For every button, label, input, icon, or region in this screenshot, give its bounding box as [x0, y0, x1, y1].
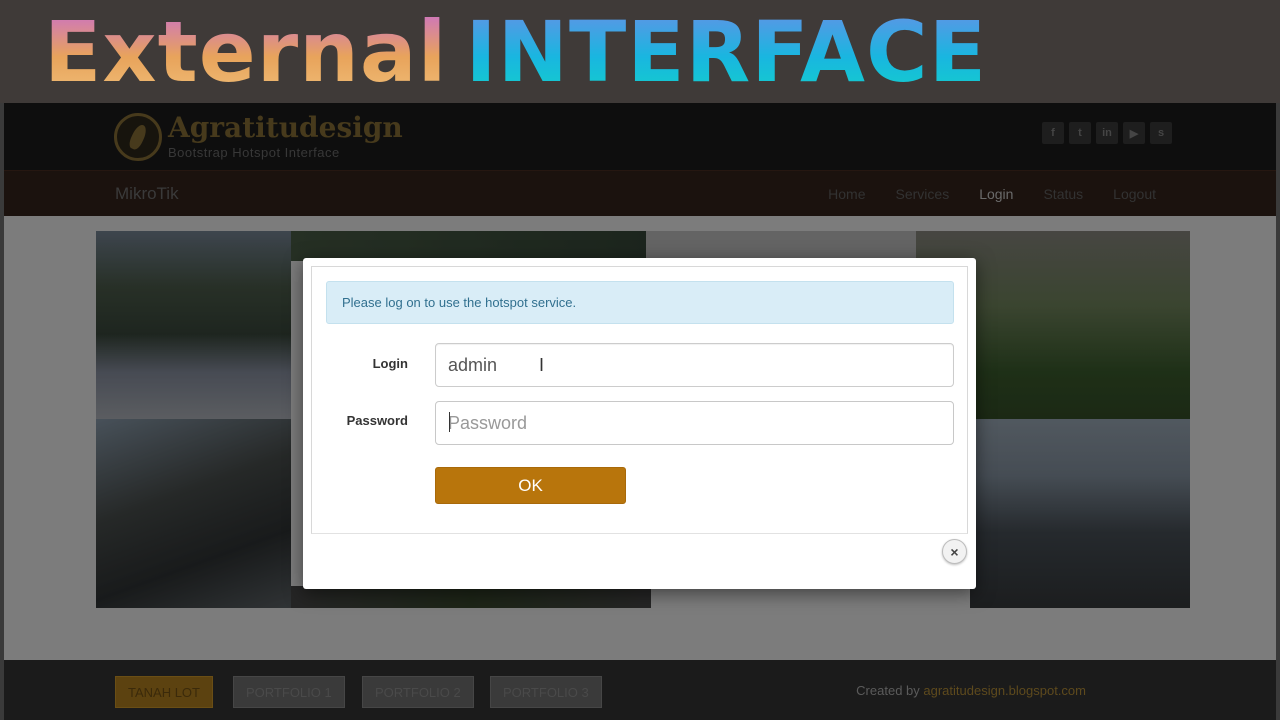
i-beam-cursor-icon: I — [539, 355, 545, 375]
text-caret — [449, 412, 450, 432]
footer-button-portfolio-3[interactable]: PORTFOLIO 3 — [490, 676, 602, 708]
banner-title: External INTERFACE — [44, 4, 987, 100]
login-form: Please log on to use the hotspot service… — [311, 266, 968, 534]
title-banner: External INTERFACE — [0, 0, 1280, 103]
footer-button-tanah-lot[interactable]: TANAH LOT — [115, 676, 213, 708]
footer-button-portfolio-2[interactable]: PORTFOLIO 2 — [362, 676, 474, 708]
footer-credit: Created by agratitudesign.blogspot.com — [856, 683, 1086, 698]
footer-button-portfolio-1[interactable]: PORTFOLIO 1 — [233, 676, 345, 708]
banner-title-word-2: INTERFACE — [465, 3, 988, 101]
login-modal: Please log on to use the hotspot service… — [303, 258, 976, 589]
ok-button[interactable]: OK — [435, 467, 626, 504]
banner-title-word-1: External — [44, 3, 448, 101]
credit-link[interactable]: agratitudesign.blogspot.com — [923, 683, 1086, 698]
close-icon[interactable]: × — [942, 539, 967, 564]
login-label: Login — [372, 356, 408, 371]
footer: TANAH LOT PORTFOLIO 1 PORTFOLIO 2 PORTFO… — [4, 660, 1276, 720]
password-label: Password — [346, 413, 408, 428]
login-input[interactable] — [435, 343, 954, 387]
info-alert: Please log on to use the hotspot service… — [326, 281, 954, 324]
credit-prefix: Created by — [856, 683, 920, 698]
password-input[interactable] — [435, 401, 954, 445]
